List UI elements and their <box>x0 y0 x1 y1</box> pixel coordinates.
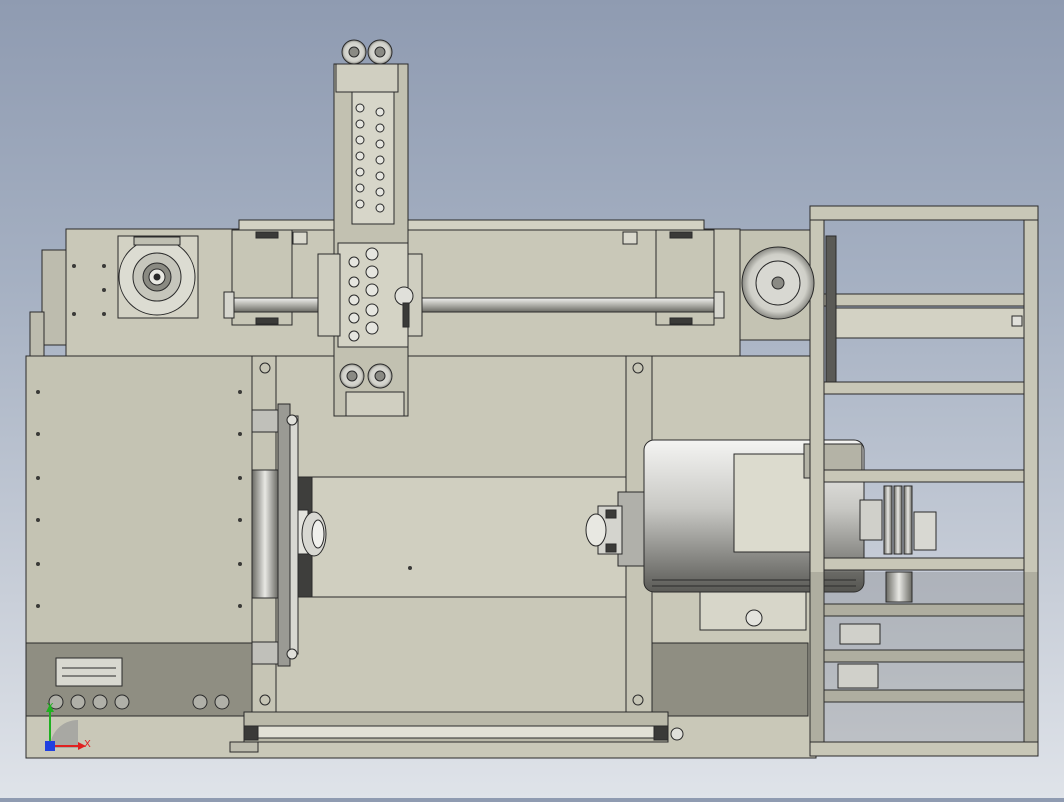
triad-x-label: X <box>84 739 91 750</box>
bottom-slide-rail <box>251 725 661 739</box>
knob-icon[interactable] <box>192 694 208 710</box>
tension-knob[interactable] <box>394 286 414 306</box>
drive-chain <box>825 235 837 383</box>
knob-icon[interactable] <box>114 694 130 710</box>
cad-viewport[interactable]: X Y <box>0 0 1064 798</box>
knob-icon[interactable] <box>70 694 86 710</box>
machine-model-view: X Y <box>25 39 1039 759</box>
knob-icon[interactable] <box>92 694 108 710</box>
top-guide-rollers <box>341 39 393 65</box>
spindle-enclosure <box>311 476 627 598</box>
guide-shaft <box>225 297 723 313</box>
motor-knob[interactable] <box>745 609 763 627</box>
triad-y-label: Y <box>46 702 54 713</box>
left-foot-block <box>29 311 45 357</box>
top-rail <box>238 219 705 231</box>
right-lower-panel <box>651 642 809 717</box>
left-door-panel <box>25 355 253 644</box>
left-side-block <box>41 249 67 346</box>
display-window <box>55 657 123 687</box>
knob-icon[interactable] <box>214 694 230 710</box>
